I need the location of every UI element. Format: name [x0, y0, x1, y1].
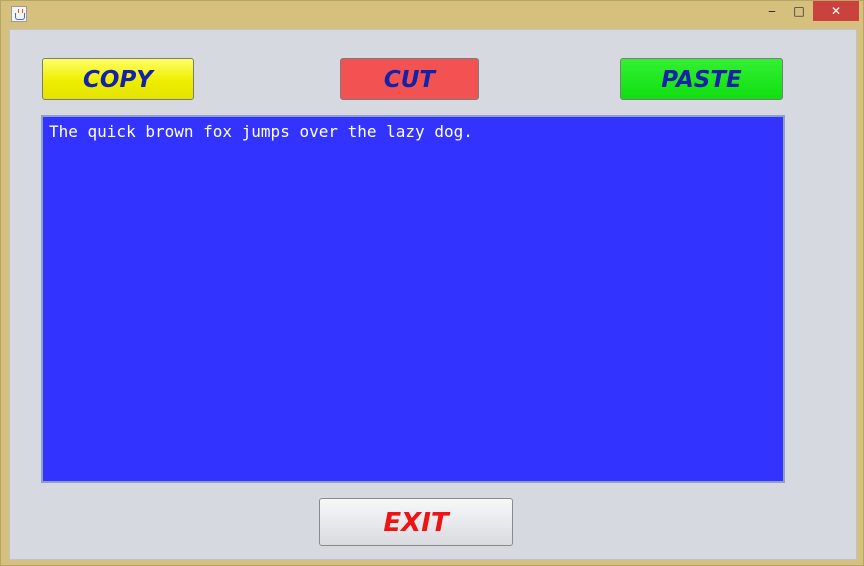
copy-button[interactable]: COPY	[42, 58, 194, 100]
cut-button[interactable]: CUT	[340, 58, 479, 100]
content-panel: COPY CUT PASTE The quick brown fox jumps…	[9, 29, 857, 560]
maximize-button[interactable]: □	[785, 1, 813, 21]
title-bar[interactable]: ‒ □ ✕	[1, 1, 864, 29]
minimize-button[interactable]: ‒	[759, 1, 785, 21]
close-button[interactable]: ✕	[813, 1, 859, 21]
app-window: ‒ □ ✕ COPY CUT PASTE The quick brown fox…	[0, 0, 864, 566]
exit-button[interactable]: EXIT	[319, 498, 513, 546]
paste-button[interactable]: PASTE	[620, 58, 783, 100]
java-app-icon	[11, 6, 27, 22]
text-area[interactable]: The quick brown fox jumps over the lazy …	[41, 115, 785, 483]
